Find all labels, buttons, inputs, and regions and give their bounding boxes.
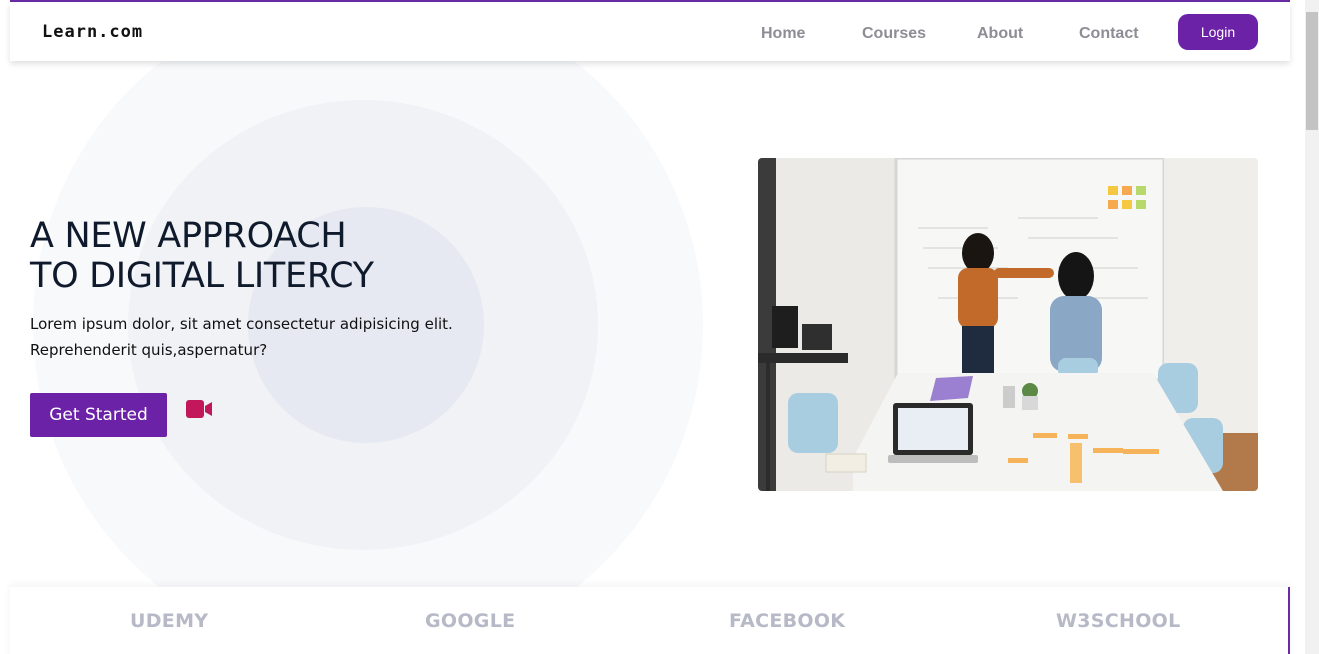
scrollbar-thumb[interactable] — [1306, 12, 1318, 130]
hero-title-line-2: TO DIGITAL LITERCY — [30, 256, 374, 296]
partner-w3school: W3SCHOOL — [1056, 610, 1181, 632]
get-started-button[interactable]: Get Started — [30, 393, 167, 437]
login-button[interactable]: Login — [1178, 14, 1258, 50]
partner-facebook: FACEBOOK — [729, 610, 846, 632]
office-whiteboard-photo — [758, 158, 1258, 491]
partner-udemy: UDEMY — [130, 610, 209, 632]
partners-bar: UDEMY GOOGLE FACEBOOK W3SCHOOL — [10, 587, 1290, 654]
hero-description-line-1: Lorem ipsum dolor, sit amet consectetur … — [30, 315, 453, 333]
page: Learn.com Home Courses About Contact Log… — [0, 0, 1305, 654]
partner-google: GOOGLE — [425, 610, 516, 632]
nav-link-home[interactable]: Home — [761, 25, 805, 43]
hero-title-line-1: A NEW APPROACH — [30, 216, 347, 256]
nav-link-about[interactable]: About — [977, 25, 1023, 43]
nav-link-courses[interactable]: Courses — [862, 25, 926, 43]
video-camera-icon[interactable] — [185, 399, 213, 419]
hero-description: Lorem ipsum dolor, sit amet consectetur … — [30, 311, 490, 363]
hero-image — [758, 158, 1258, 491]
brand-logo[interactable]: Learn.com — [42, 22, 143, 42]
nav-link-contact[interactable]: Contact — [1079, 25, 1139, 43]
hero-description-line-2: Reprehenderit quis,aspernatur? — [30, 341, 268, 359]
navbar: Learn.com Home Courses About Contact Log… — [10, 2, 1290, 61]
hero-title: A NEW APPROACH TO DIGITAL LITERCY — [30, 216, 374, 296]
